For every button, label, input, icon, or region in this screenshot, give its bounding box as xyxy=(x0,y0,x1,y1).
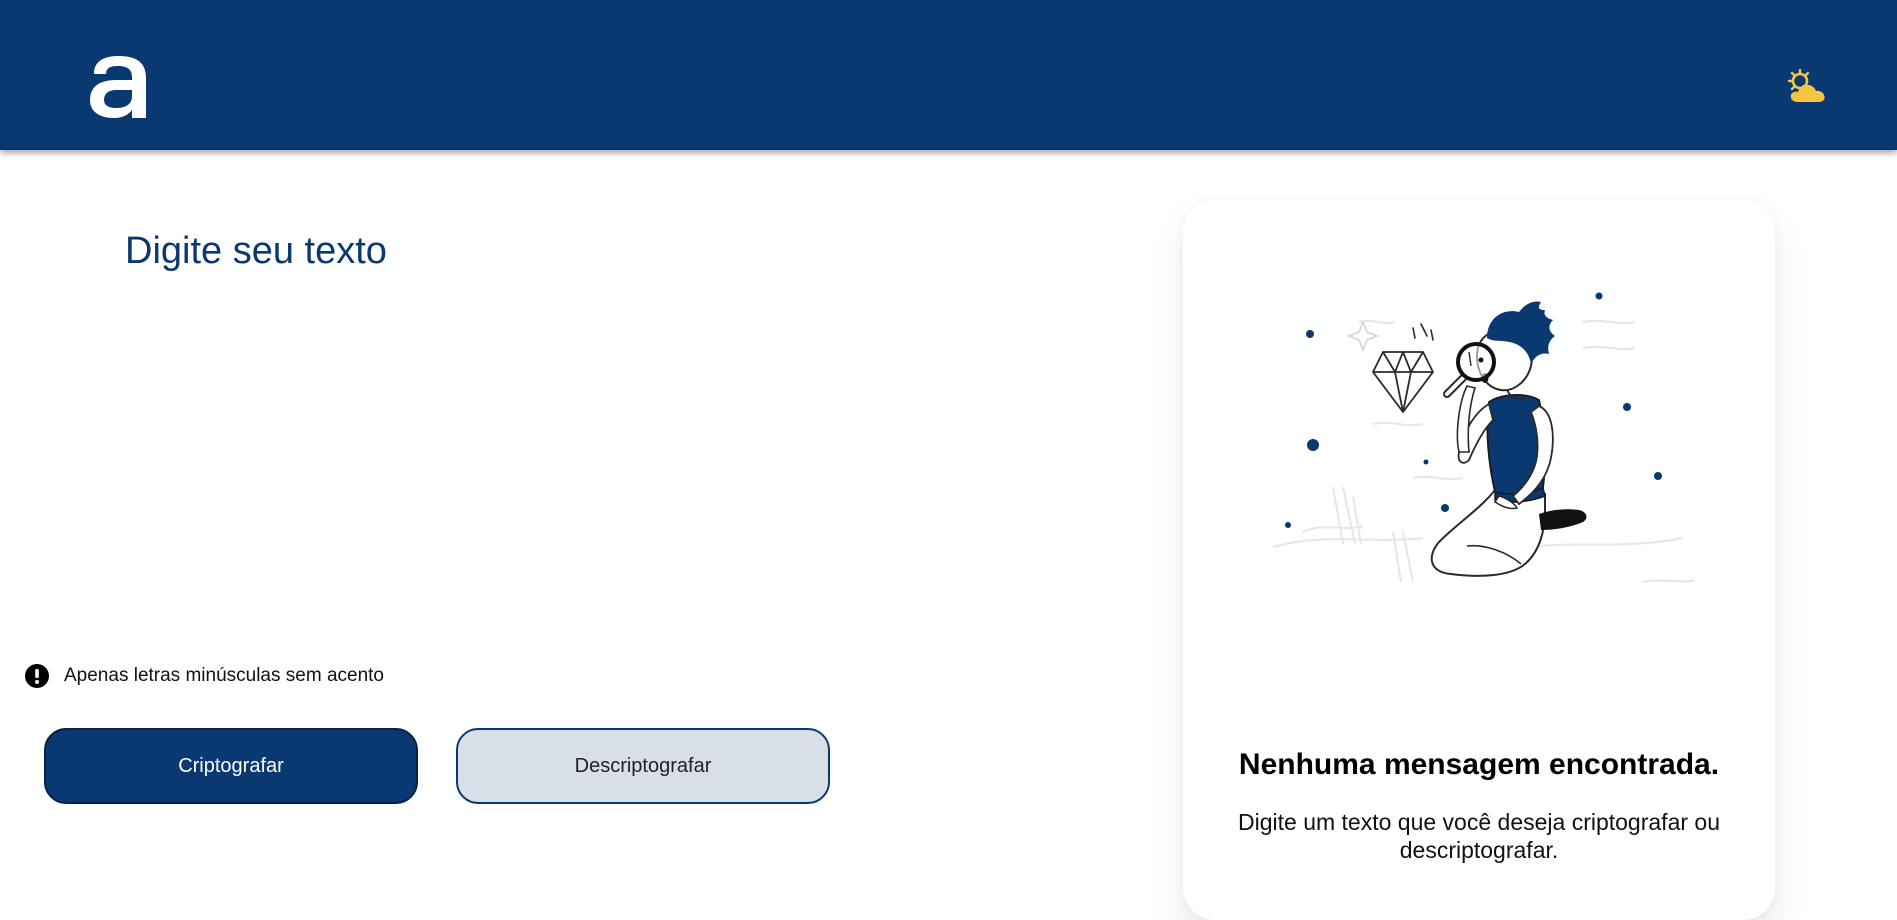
output-title: Nenhuma mensagem encontrada. xyxy=(1238,748,1720,781)
exclamation-circle-icon xyxy=(25,664,49,688)
person-with-magnifying-glass-illustration xyxy=(1272,292,1696,583)
sun-cloud-icon[interactable] xyxy=(1786,68,1828,106)
encrypt-button[interactable]: Criptografar xyxy=(44,728,418,804)
header xyxy=(0,0,1897,150)
alura-logo-icon[interactable] xyxy=(86,50,150,120)
main-content: Apenas letras minúsculas sem acento Crip… xyxy=(0,150,1897,920)
output-message: Digite um texto que você deseja criptogr… xyxy=(1238,809,1720,863)
message-input[interactable] xyxy=(125,230,1025,610)
decrypt-button-label: Descriptografar xyxy=(574,754,712,777)
hint-row: Apenas letras minúsculas sem acento xyxy=(24,662,384,690)
decrypt-button[interactable]: Descriptografar xyxy=(456,728,830,804)
output-card: Nenhuma mensagem encontrada. Digite um t… xyxy=(1183,200,1775,920)
hint-text: Apenas letras minúsculas sem acento xyxy=(64,665,384,686)
